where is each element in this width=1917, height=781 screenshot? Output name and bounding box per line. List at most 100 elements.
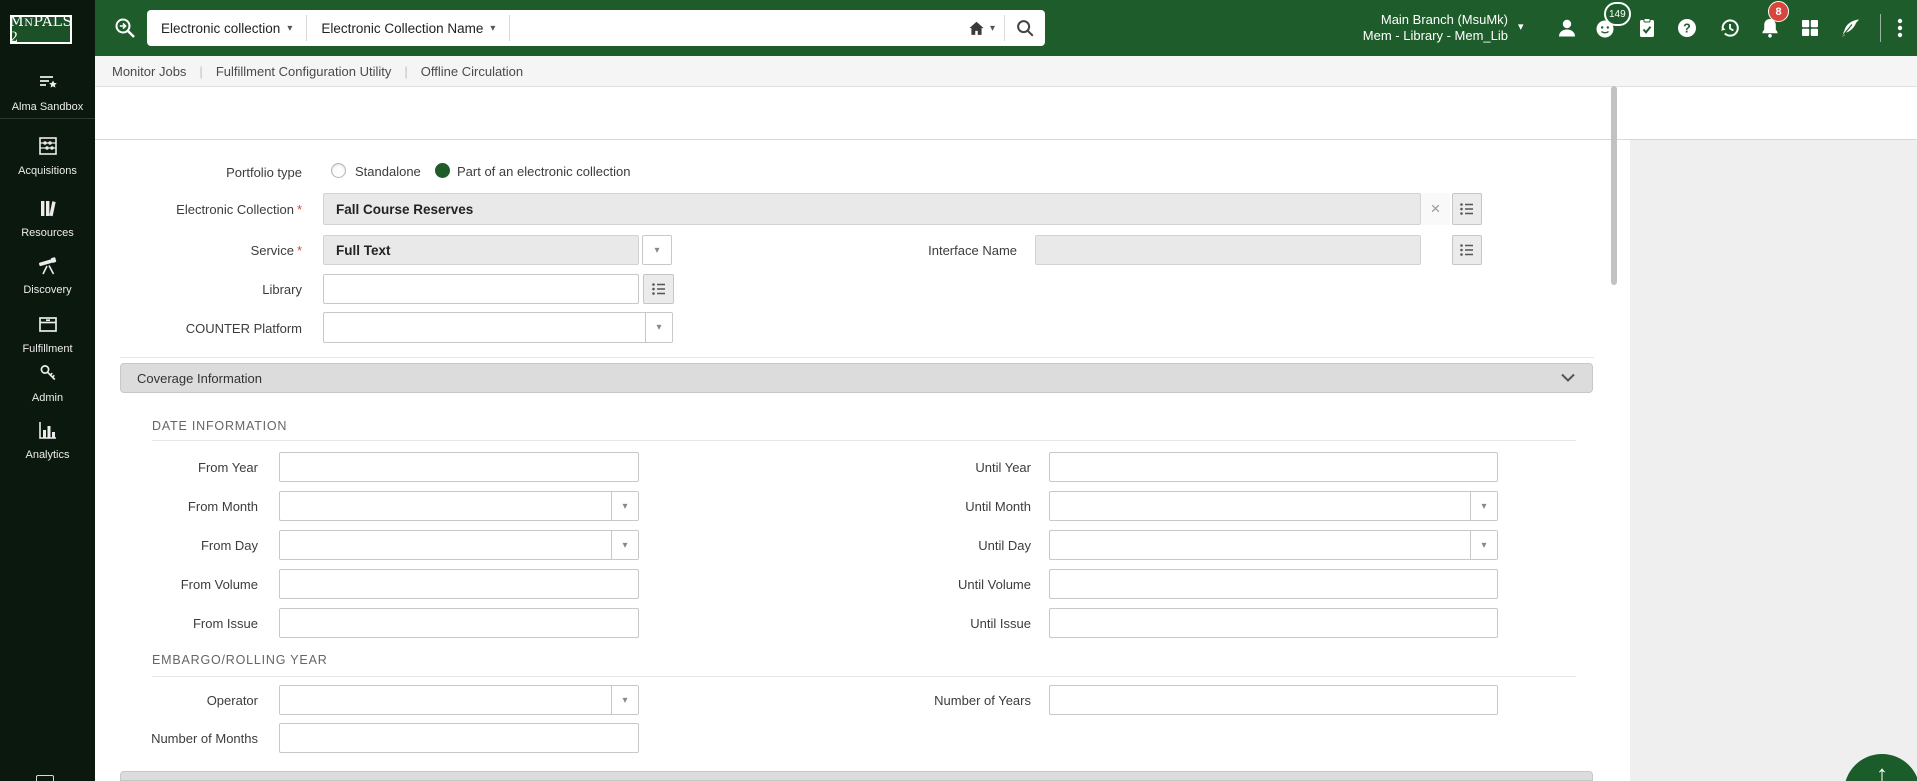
search-input[interactable] [510,10,958,46]
service-label: Service * [250,243,302,258]
until-day-select[interactable]: ▾ [1049,530,1498,560]
from-day-select[interactable]: ▾ [279,530,639,560]
operator-select[interactable]: ▾ [279,685,639,715]
divider: | [404,63,408,79]
counter-platform-dropdown-button[interactable]: ▾ [645,313,672,342]
until-month-dropdown-button[interactable]: ▾ [1470,492,1497,520]
radio-part-of-electronic-collection-label[interactable]: Part of an electronic collection [457,164,630,179]
app-switcher-grid-icon[interactable] [1798,16,1822,40]
from-volume-input[interactable] [279,569,639,599]
sidebar-item-admin[interactable]: Admin [0,362,95,404]
chevron-down-icon: ▾ [654,244,660,256]
search-index-label: Electronic Collection Name [321,20,484,36]
sidebar-item-acquisitions[interactable]: Acquisitions [0,135,95,177]
current-location-selector[interactable]: Main Branch (MsuMk) Mem - Library - Mem_… [1363,12,1508,44]
search-scope-label: Electronic collection [161,20,281,36]
until-month-select[interactable]: ▾ [1049,491,1498,521]
sidebar-item-fulfillment[interactable]: Fulfillment [0,313,95,355]
portfolio-type-label: Portfolio type [226,165,302,180]
search-bar[interactable]: Electronic collection ▾ Electronic Colle… [147,10,1045,46]
list-icon [651,283,665,295]
chevron-down-icon: ▾ [490,22,496,34]
search-home-scope-button[interactable]: ▾ [958,10,1004,46]
box-icon [38,317,57,332]
chevron-down-icon: ▾ [1481,500,1487,512]
radio-part-of-electronic-collection[interactable] [435,163,450,178]
library-input[interactable] [323,274,639,304]
sidebar-item-resources[interactable]: Resources [0,197,95,239]
sidebar-item-discovery[interactable]: Discovery [0,254,95,296]
clear-electronic-collection-button[interactable]: × [1421,193,1450,225]
quicklink-fulfillment-configuration-utility[interactable]: Fulfillment Configuration Utility [216,64,392,79]
search-icon [1017,20,1034,37]
sidebar-item-analytics[interactable]: Analytics [0,419,95,461]
coverage-information-section-bar[interactable]: Coverage Information [120,363,1593,393]
quicklink-monitor-jobs[interactable]: Monitor Jobs [112,64,186,79]
date-information-heading: DATE INFORMATION [152,419,288,433]
divider [0,118,95,119]
divider [152,676,1576,677]
counter-platform-combobox[interactable]: ▾ [323,312,673,343]
top-bar: Electronic collection ▾ Electronic Colle… [0,0,1917,56]
home-icon [969,21,984,35]
user-menu-icon[interactable] [1555,16,1579,40]
electronic-collection-label: Electronic Collection * [176,202,302,217]
sidebar-item-label: Alma Sandbox [11,101,84,113]
radio-standalone[interactable] [331,163,346,178]
number-of-months-input[interactable] [279,723,639,753]
electronic-collection-lookup-button[interactable] [1452,193,1482,225]
interface-name-field[interactable] [1035,235,1421,265]
quick-links-bar: Monitor Jobs | Fulfillment Configuration… [95,56,1917,87]
scroll-to-top-button[interactable]: ↑ [1844,754,1917,781]
quicklink-offline-circulation[interactable]: Offline Circulation [421,64,523,79]
from-day-dropdown-button[interactable]: ▾ [611,531,638,559]
search-submit-button[interactable] [1005,10,1045,46]
interface-name-lookup-button[interactable] [1452,235,1482,265]
sandbox-icon [39,76,57,88]
sidebar-item-alma-sandbox[interactable]: Alma Sandbox [0,71,95,113]
from-month-select[interactable]: ▾ [279,491,639,521]
from-year-input[interactable] [279,452,639,482]
chevron-down-icon[interactable]: ▾ [1518,20,1524,33]
electronic-collection-field[interactable]: Fall Course Reserves [323,193,1421,225]
library-lookup-button[interactable] [643,274,674,304]
persistent-search-icon[interactable] [113,16,137,40]
until-day-dropdown-button[interactable]: ▾ [1470,531,1497,559]
search-scope-dropdown[interactable]: Electronic collection ▾ [147,10,306,46]
next-section-bar[interactable] [120,771,1593,781]
divider: | [199,63,203,79]
required-asterisk: * [296,243,302,258]
radio-standalone-label[interactable]: Standalone [355,164,421,179]
until-day-label: Until Day [978,538,1031,553]
search-index-dropdown[interactable]: Electronic Collection Name ▾ [307,10,509,46]
alma-app-window: Electronic collection ▾ Electronic Colle… [0,0,1917,781]
number-of-years-input[interactable] [1049,685,1498,715]
sidebar-item-label: Acquisitions [18,165,77,177]
service-field[interactable]: Full Text [323,235,639,265]
until-issue-input[interactable] [1049,608,1498,638]
tasks-clipboard-icon[interactable] [1635,16,1659,40]
vertical-scrollbar-thumb[interactable] [1611,86,1617,285]
until-year-input[interactable] [1049,452,1498,482]
divider [152,440,1576,441]
feedback-window-icon[interactable] [36,775,54,781]
chevron-down-icon: ▾ [622,694,628,706]
chevron-down-icon [1561,373,1575,382]
quill-signature-icon[interactable] [1838,16,1862,40]
svg-text:?: ? [1683,22,1691,36]
brand-logo: MnPALS 2 [9,13,73,46]
arrow-up-icon: ↑ [1876,761,1888,781]
service-dropdown-button[interactable]: ▾ [642,235,672,265]
help-icon[interactable]: ? [1675,16,1699,40]
chevron-down-icon: ▾ [622,539,628,551]
interface-name-label: Interface Name [928,243,1017,258]
from-month-dropdown-button[interactable]: ▾ [611,492,638,520]
number-of-years-label: Number of Years [934,693,1031,708]
counter-platform-input[interactable] [324,313,645,342]
operator-dropdown-button[interactable]: ▾ [611,686,638,714]
from-issue-input[interactable] [279,608,639,638]
recent-history-icon[interactable] [1718,16,1742,40]
kebab-menu-icon[interactable] [1888,16,1912,40]
until-volume-input[interactable] [1049,569,1498,599]
bar-chart-icon [38,422,56,439]
